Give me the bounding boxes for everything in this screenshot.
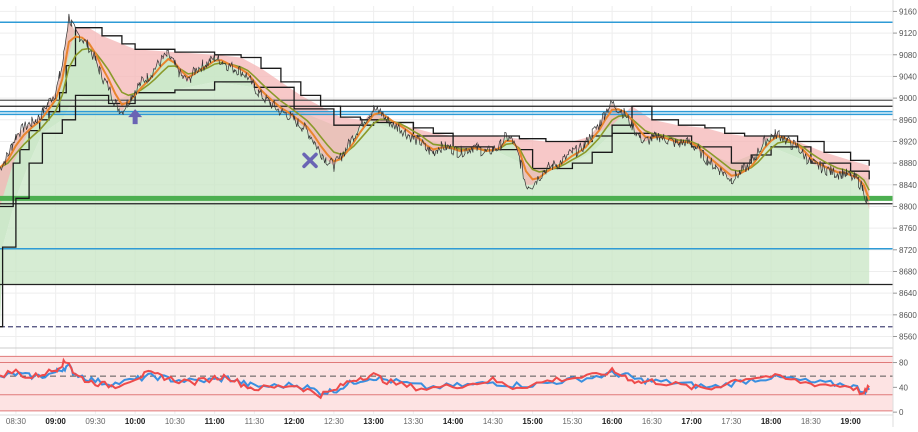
x-tick-label: 12:00 — [284, 417, 305, 426]
x-tick-label: 15:00 — [522, 417, 543, 426]
x-tick-label: 16:00 — [602, 417, 623, 426]
x-tick-label: 15:30 — [562, 417, 583, 426]
x-tick-label: 18:00 — [761, 417, 782, 426]
y-tick-label: 9120 — [899, 29, 917, 38]
oscillator-panel — [0, 347, 893, 412]
y-tick-label: 9000 — [899, 94, 917, 103]
y-tick-label: 9080 — [899, 51, 917, 60]
x-tick-label: 16:30 — [642, 417, 663, 426]
x-tick-label: 14:00 — [443, 417, 464, 426]
y-tick-label: 8720 — [899, 246, 917, 255]
x-tick-label: 11:30 — [245, 417, 265, 426]
y-tick-label: 8560 — [899, 332, 917, 341]
x-tick-label: 19:00 — [840, 417, 861, 426]
y-tick-label: 8840 — [899, 181, 917, 190]
y-tick-label: 8680 — [899, 267, 917, 276]
chart-canvas[interactable]: 9160 9120 9080 9040 9000 8960 8920 8880 8840 8800… — [0, 0, 918, 427]
x-tick-label: 09:30 — [85, 417, 106, 426]
y-tick-label: 8600 — [899, 311, 917, 320]
trading-chart[interactable]: 9160 9120 9080 9040 9000 8960 8920 8880 8840 8800… — [0, 0, 918, 427]
x-tick-label: 10:30 — [165, 417, 186, 426]
x-tick-label: 17:00 — [681, 417, 702, 426]
x-tick-label: 14:30 — [483, 417, 504, 426]
x-tick-label: 08:30 — [6, 417, 27, 426]
x-tick-label: 13:00 — [363, 417, 384, 426]
oscillator-tick-label: 80 — [899, 359, 908, 368]
x-tick-label: 12:30 — [324, 417, 345, 426]
x-tick-label: 13:30 — [403, 417, 424, 426]
x-tick-label: 09:00 — [45, 417, 66, 426]
y-tick-label: 8760 — [899, 224, 917, 233]
y-tick-label: 8920 — [899, 137, 917, 146]
y-tick-label: 8640 — [899, 289, 917, 298]
x-tick-label: 11:00 — [205, 417, 226, 426]
oscillator-tick-label: 40 — [899, 383, 908, 392]
x-tick-label: 17:30 — [721, 417, 742, 426]
y-tick-label: 8800 — [899, 202, 917, 211]
x-tick-label: 18:30 — [801, 417, 822, 426]
y-tick-label: 9040 — [899, 72, 917, 81]
y-tick-label: 8880 — [899, 159, 917, 168]
y-tick-label: 8960 — [899, 116, 917, 125]
x-tick-label: 10:00 — [125, 417, 146, 426]
y-tick-label: 9160 — [899, 7, 917, 16]
oscillator-tick-label: 0 — [899, 408, 904, 417]
